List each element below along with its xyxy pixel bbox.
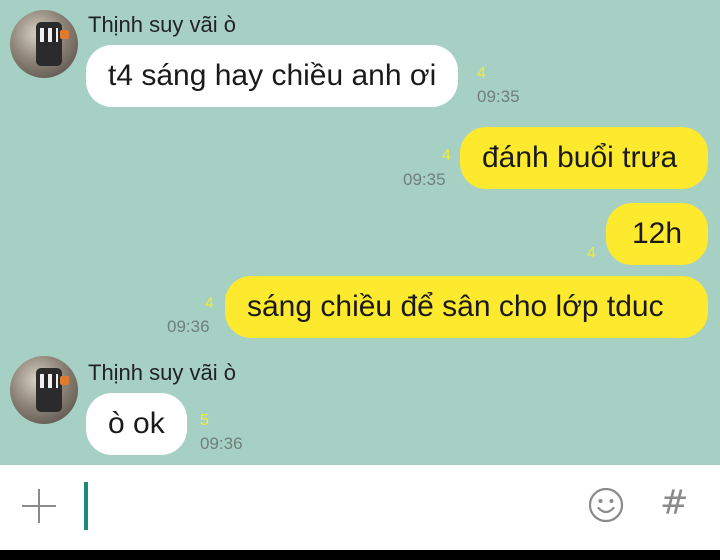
avatar[interactable] bbox=[10, 356, 78, 424]
message-bubble-incoming[interactable]: t4 sáng hay chiều anh ơi bbox=[86, 45, 459, 107]
message-bubble-incoming[interactable]: ò ok bbox=[86, 393, 187, 455]
read-count: 5 bbox=[200, 412, 209, 429]
system-nav-bar bbox=[0, 550, 720, 560]
message-time: 09:36 bbox=[200, 434, 243, 453]
message-bubble-outgoing[interactable]: đánh buổi trưa bbox=[460, 127, 708, 189]
message-time: 09:35 bbox=[403, 170, 446, 189]
message-bubble-outgoing[interactable]: sáng chiều để sân cho lớp tduc bbox=[225, 276, 708, 338]
plus-icon[interactable] bbox=[22, 489, 56, 523]
avatar-phone bbox=[36, 368, 62, 412]
avatar-dot bbox=[60, 30, 69, 39]
avatar-dot bbox=[60, 376, 69, 385]
read-count: 4 bbox=[442, 147, 451, 164]
read-count: 4 bbox=[205, 295, 214, 312]
text-input-caret[interactable] bbox=[84, 482, 88, 530]
sender-name: Thịnh suy vãi ò bbox=[88, 360, 236, 385]
sender-name: Thịnh suy vãi ò bbox=[88, 12, 236, 37]
message-bubble-outgoing[interactable]: 12h bbox=[606, 203, 708, 265]
hash-icon[interactable]: # bbox=[660, 483, 689, 523]
avatar[interactable] bbox=[10, 10, 78, 78]
read-count: 4 bbox=[477, 65, 486, 82]
message-time: 09:36 bbox=[167, 317, 210, 336]
chat-area[interactable]: Thịnh suy vãi ò t4 sáng hay chiều anh ơi… bbox=[0, 0, 720, 465]
smiley-icon[interactable] bbox=[588, 487, 624, 523]
message-composer: # bbox=[0, 465, 720, 550]
read-count: 4 bbox=[587, 245, 596, 262]
message-time: 09:35 bbox=[477, 87, 520, 106]
avatar-phone bbox=[36, 22, 62, 66]
